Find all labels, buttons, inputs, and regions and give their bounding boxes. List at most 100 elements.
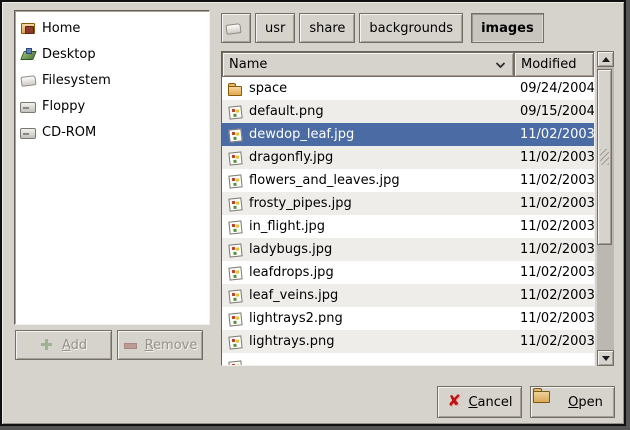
file-row[interactable]: lightrays2.png 11/02/2003 xyxy=(222,307,594,330)
scrollbar-thumb[interactable] xyxy=(597,69,612,245)
file-modified: 09/24/2004 xyxy=(514,81,594,96)
scrollbar-down-button[interactable] xyxy=(597,350,614,366)
file-modified: 11/02/2003 xyxy=(514,219,594,234)
file-name-cell: lightrays2.png xyxy=(222,311,514,327)
file-modified: 11/02/2003 xyxy=(514,265,594,280)
add-shortcut-button[interactable]: Add xyxy=(15,330,112,360)
vertical-scrollbar xyxy=(597,51,614,366)
path-button[interactable]: share xyxy=(299,13,355,43)
file-row[interactable]: frosty_pipes.jpg 11/02/2003 xyxy=(222,192,594,215)
file-modified: 11/02/2003 xyxy=(514,288,594,303)
file-modified: 11/02/2003 xyxy=(514,311,594,326)
grip-icon xyxy=(600,149,609,165)
file-name-cell: leaf_veins.jpg xyxy=(222,288,514,304)
file-modified: 11/02/2003 xyxy=(514,334,594,349)
open-button[interactable]: Open xyxy=(530,386,615,418)
image-icon xyxy=(227,265,243,281)
filesystem-icon xyxy=(225,20,241,36)
image-icon xyxy=(227,219,243,235)
file-name-cell: default.png xyxy=(222,104,514,120)
file-name: space xyxy=(249,81,287,96)
path-bar: usr share backgrounds images xyxy=(221,13,544,43)
down-arrow-icon xyxy=(602,356,610,361)
image-icon xyxy=(227,334,243,350)
path-button[interactable] xyxy=(221,13,251,43)
file-name: default.png xyxy=(249,104,324,119)
path-button-label: images xyxy=(481,21,534,36)
image-icon xyxy=(227,150,243,166)
sidebar-item-label: Floppy xyxy=(42,99,85,114)
file-name: frosty_pipes.jpg xyxy=(249,196,352,211)
floppy-icon xyxy=(20,98,36,114)
file-name: leafdrops.jpg xyxy=(249,265,334,280)
path-button[interactable]: backgrounds xyxy=(359,13,463,43)
sort-descending-icon xyxy=(495,62,506,69)
file-row[interactable]: ladybugs.jpg 11/02/2003 xyxy=(222,238,594,261)
file-row[interactable]: lightrays.png 11/02/2003 xyxy=(222,330,594,353)
file-row-partial[interactable] xyxy=(222,353,594,365)
file-name-cell: dragonfly.jpg xyxy=(222,150,514,166)
file-name-cell: lightrays.png xyxy=(222,334,514,350)
sidebar-item[interactable]: CD-ROM xyxy=(15,119,209,145)
file-modified: 11/02/2003 xyxy=(514,127,594,142)
file-name: dewdop_leaf.jpg xyxy=(249,127,354,142)
column-header-modified[interactable]: Modified xyxy=(514,52,594,77)
file-name-cell: space xyxy=(222,81,514,97)
image-icon xyxy=(227,242,243,258)
sidebar-item[interactable]: Filesystem xyxy=(15,67,209,93)
path-button-label: usr xyxy=(265,21,285,36)
cancel-button-label: Cancel xyxy=(468,395,512,410)
desktop-icon xyxy=(20,46,36,62)
sidebar-item[interactable]: Home xyxy=(15,15,209,41)
file-name: ladybugs.jpg xyxy=(249,242,332,257)
image-icon xyxy=(227,173,243,189)
cdrom-icon xyxy=(20,124,36,140)
column-headers: Name Modified xyxy=(222,52,594,77)
sidebar-item[interactable]: Floppy xyxy=(15,93,209,119)
file-row[interactable]: space 09/24/2004 xyxy=(222,77,594,100)
folder-icon xyxy=(227,81,243,97)
shortcuts-list: Home Desktop Filesystem Floppy CD-ROM xyxy=(14,10,210,325)
column-header-name[interactable]: Name xyxy=(222,52,514,77)
file-rows: space 09/24/2004 default.png 09/15/2004 … xyxy=(222,77,594,353)
file-chooser-dialog: Home Desktop Filesystem Floppy CD-ROM us… xyxy=(0,0,626,426)
image-icon xyxy=(227,127,243,143)
sidebar-item[interactable]: Desktop xyxy=(15,41,209,67)
up-arrow-icon xyxy=(602,57,610,62)
file-name-cell: frosty_pipes.jpg xyxy=(222,196,514,212)
file-name-cell: leafdrops.jpg xyxy=(222,265,514,281)
file-row[interactable]: leafdrops.jpg 11/02/2003 xyxy=(222,261,594,284)
open-button-label: Open xyxy=(568,395,603,410)
file-name: flowers_and_leaves.jpg xyxy=(249,173,400,188)
file-list: Name Modified space 09/24/2004 default.p… xyxy=(221,51,595,366)
path-button[interactable]: usr xyxy=(255,13,295,43)
file-name: lightrays2.png xyxy=(249,311,343,326)
cancel-button[interactable]: Cancel xyxy=(437,386,522,418)
file-name: lightrays.png xyxy=(249,334,334,349)
image-icon xyxy=(227,104,243,120)
file-row[interactable]: dragonfly.jpg 11/02/2003 xyxy=(222,146,594,169)
file-row[interactable]: dewdop_leaf.jpg 11/02/2003 xyxy=(222,123,594,146)
file-name-cell: flowers_and_leaves.jpg xyxy=(222,173,514,189)
scrollbar-track[interactable] xyxy=(597,67,614,350)
image-icon xyxy=(227,288,243,304)
sidebar-item-label: Home xyxy=(42,21,80,36)
file-row[interactable]: flowers_and_leaves.jpg 11/02/2003 xyxy=(222,169,594,192)
sidebar-item-label: Filesystem xyxy=(42,73,111,88)
file-row[interactable]: in_flight.jpg 11/02/2003 xyxy=(222,215,594,238)
image-icon xyxy=(227,311,243,327)
file-name: in_flight.jpg xyxy=(249,219,325,234)
remove-shortcut-button[interactable]: Remove xyxy=(117,330,203,360)
column-header-modified-label: Modified xyxy=(521,57,576,72)
path-button[interactable]: images xyxy=(471,13,544,43)
file-name-cell: dewdop_leaf.jpg xyxy=(222,127,514,143)
image-icon xyxy=(227,196,243,212)
file-row[interactable]: default.png 09/15/2004 xyxy=(222,100,594,123)
file-row[interactable]: leaf_veins.jpg 11/02/2003 xyxy=(222,284,594,307)
path-button-label: backgrounds xyxy=(369,21,453,36)
scrollbar-up-button[interactable] xyxy=(597,51,614,67)
filesystem-icon xyxy=(20,72,36,88)
open-folder-icon xyxy=(542,394,562,410)
file-name: dragonfly.jpg xyxy=(249,150,333,165)
file-modified: 11/02/2003 xyxy=(514,242,594,257)
